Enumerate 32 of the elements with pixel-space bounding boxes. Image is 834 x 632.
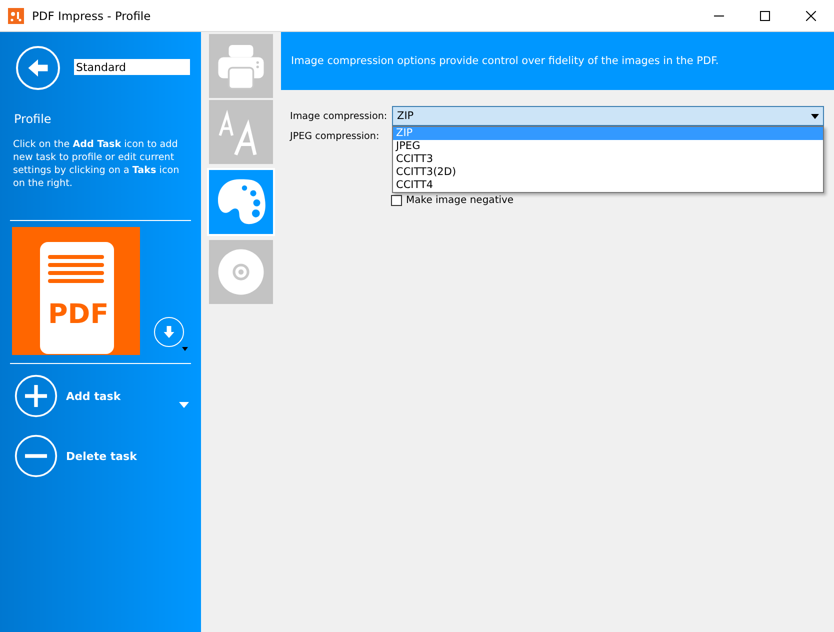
field-label: Image compression: (290, 110, 388, 122)
dropdown-option[interactable]: CCITT3 (393, 153, 823, 166)
dropdown-option[interactable]: CCITT4 (393, 179, 823, 192)
caret-icon (179, 402, 189, 408)
dropdown-option[interactable]: JPEG (393, 140, 823, 153)
delete-task-button[interactable]: Delete task (14, 434, 191, 478)
task-tab[interactable] (209, 240, 273, 304)
window-title: PDF Impress - Profile (32, 8, 152, 22)
plus-icon (14, 374, 58, 418)
description-text: Image compression options provide control over fidelity of the images in the PDF. (281, 32, 834, 90)
download-button[interactable] (154, 317, 184, 347)
image-compression-dropdown[interactable]: ZIP (392, 106, 824, 126)
task-tab[interactable] (209, 170, 273, 234)
minus-icon (14, 434, 58, 478)
pdf-document-icon (12, 227, 140, 355)
field-label: JPEG compression: (290, 130, 380, 142)
add-task-button[interactable]: Add task (14, 374, 191, 418)
checkbox-label: Make image negative (406, 194, 514, 206)
task-tab[interactable] (209, 34, 273, 98)
help-text: Click on the Add Task icon to add new task to profile or edit current settings by clicking on a Taks icon on the right. (13, 138, 180, 190)
sidebar-heading: Profile (14, 112, 52, 126)
task-tab[interactable] (209, 100, 273, 164)
maximize-icon (760, 10, 770, 20)
caret-icon (182, 347, 188, 351)
profile-name-field[interactable]: Standard (74, 59, 190, 75)
pdf-label: PDF (48, 299, 106, 330)
dropdown-option[interactable]: CCITT3(2D) (393, 166, 823, 179)
checkbox[interactable] (391, 194, 402, 206)
app-logo-icon (8, 8, 24, 24)
caret-icon (811, 114, 819, 118)
back-button[interactable] (16, 46, 60, 90)
close-icon (806, 10, 816, 20)
